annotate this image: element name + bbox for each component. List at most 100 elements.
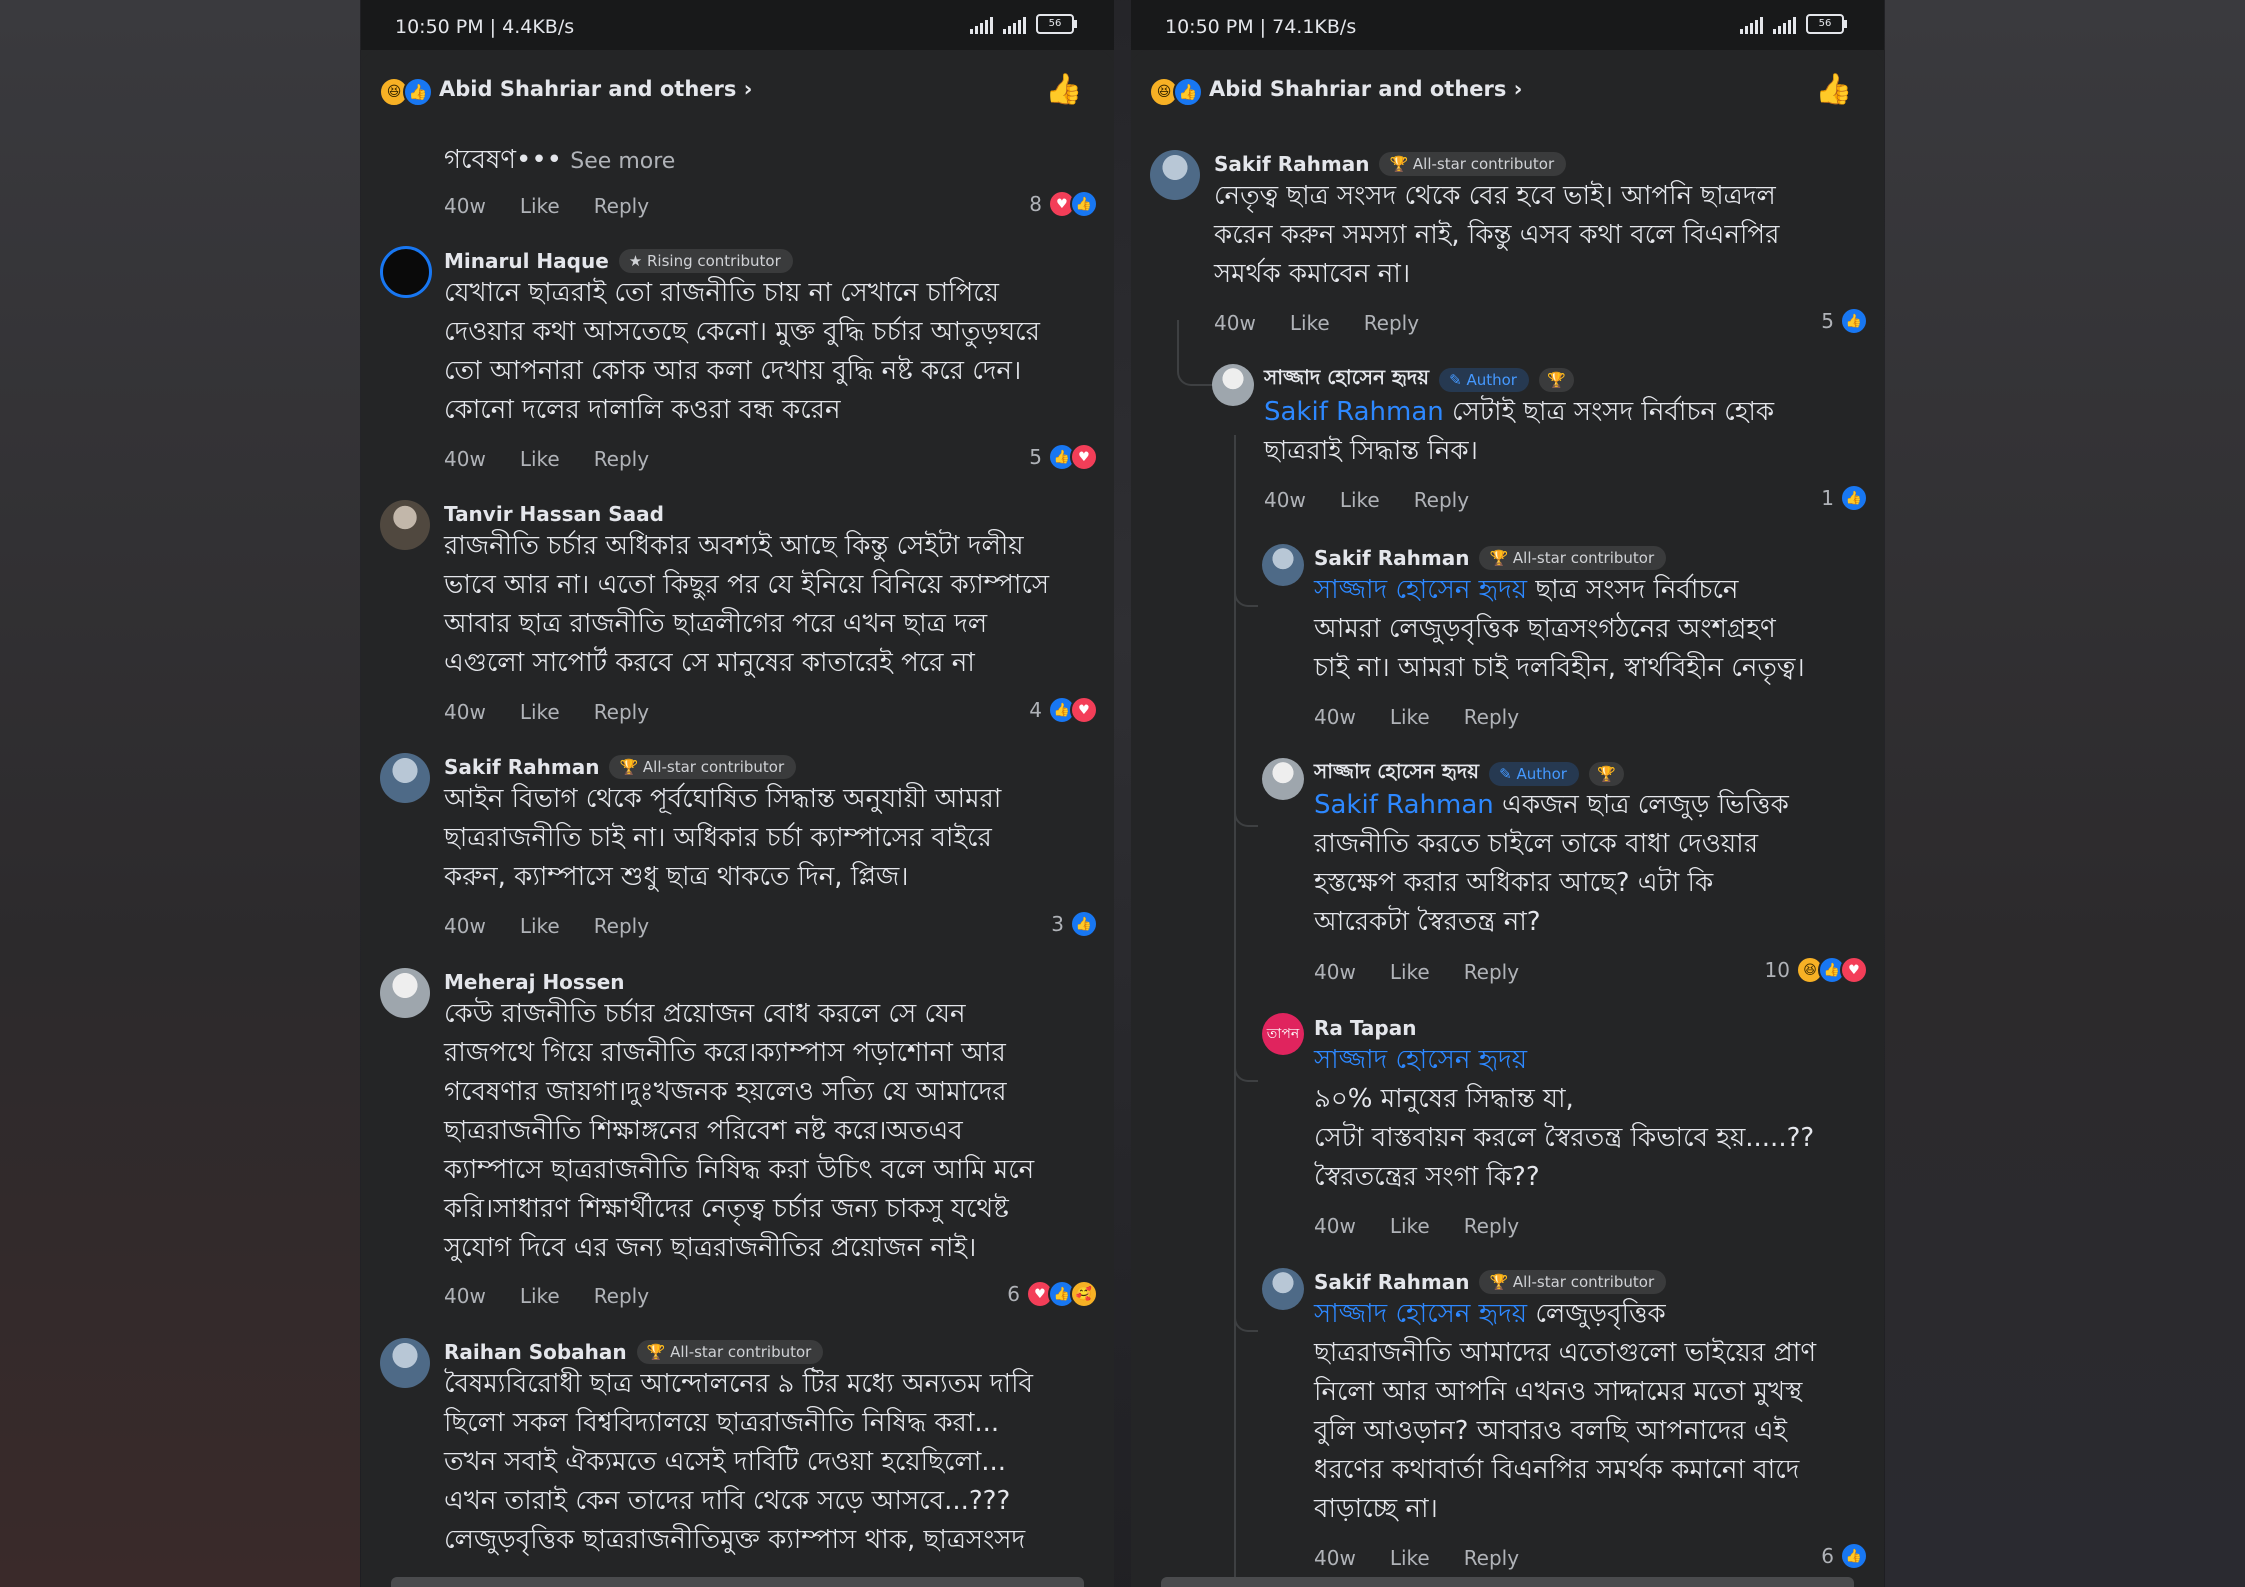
comment-header: Minarul Haque ★ Rising contributor — [444, 249, 793, 273]
avatar[interactable]: তাপন — [1262, 1013, 1304, 1055]
like-button[interactable]: Like — [520, 1284, 560, 1308]
like-button[interactable]: Like — [1390, 1546, 1430, 1570]
reactions-header: 😆 👍 Abid Shahriar and others › 👍 — [1131, 50, 1884, 126]
status-time: 10:50 PM | 74.1KB/s — [1165, 16, 1357, 38]
reactors-link[interactable]: Abid Shahriar and others › — [1209, 77, 1522, 101]
mention-link[interactable]: সাজ্জাদ হোসেন হৃদয় — [1314, 575, 1527, 605]
comment-line: বাড়াচ্ছে না। — [1314, 1494, 1438, 1524]
like-post-button[interactable]: 👍 — [1814, 70, 1854, 110]
like-button[interactable]: Like — [1390, 705, 1430, 729]
avatar[interactable] — [380, 500, 430, 550]
badge-label: All-star contributor — [670, 1343, 812, 1361]
background-left — [0, 0, 360, 1587]
reaction-summary[interactable]: 3 👍 — [1051, 910, 1098, 938]
commenter-name[interactable]: Sakif Rahman — [1214, 152, 1369, 176]
reply-button[interactable]: Reply — [1464, 960, 1519, 984]
comment-line: ক্যাম্পাসে ছাত্ররাজনীতি নিষিদ্ধ করা উচিৎ… — [444, 1155, 1035, 1185]
like-icon: 👍 — [1840, 1542, 1868, 1570]
avatar[interactable] — [380, 1338, 430, 1388]
mention-link[interactable]: সাজ্জাদ হোসেন হৃদয় — [1314, 1299, 1527, 1329]
commenter-name[interactable]: Sakif Rahman — [1314, 546, 1469, 570]
comment-line: তো আপনারা কোক আর কলা দেখায় বুদ্ধি নষ্ট … — [444, 356, 1022, 386]
reply-button[interactable]: Reply — [1464, 705, 1519, 729]
comment-line: সাজ্জাদ হোসেন হৃদয় লেজুড়বৃত্তিক — [1314, 1295, 1816, 1334]
reactors-link[interactable]: Abid Shahriar and others › — [439, 77, 752, 101]
comment-line: রাজনীতি চর্চার অধিকার অবশ্যই আছে কিন্তু … — [444, 531, 1024, 561]
reply-button[interactable]: Reply — [1414, 488, 1469, 512]
avatar[interactable] — [380, 968, 430, 1018]
comment-header: Sakif Rahman 🏆 All-star contributor — [1314, 1270, 1667, 1294]
reaction-summary[interactable]: 10 😆 👍 ♥ — [1764, 956, 1868, 984]
mention-link[interactable]: Sakif Rahman — [1314, 790, 1494, 820]
avatar[interactable] — [1262, 1268, 1304, 1310]
background-right — [1885, 0, 2245, 1587]
comment-body: যেখানে ছাত্ররাই তো রাজনীতি চায় না সেখান… — [444, 274, 1040, 430]
reply-button[interactable]: Reply — [1464, 1214, 1519, 1238]
reaction-count: 10 — [1764, 958, 1790, 982]
like-button[interactable]: Like — [520, 194, 560, 218]
comment-actions: 40w Like Reply — [444, 700, 649, 724]
like-icon: 👍 — [1070, 910, 1098, 938]
commenter-name[interactable]: Sakif Rahman — [1314, 1270, 1469, 1294]
reply-button[interactable]: Reply — [1464, 1546, 1519, 1570]
comment-line: আরেকটা স্বৈরতন্ত্র না? — [1314, 907, 1541, 937]
commenter-name[interactable]: Sakif Rahman — [444, 755, 599, 779]
avatar[interactable] — [1262, 544, 1304, 586]
reply-button[interactable]: Reply — [1364, 311, 1419, 335]
see-more-link[interactable]: See more — [570, 149, 675, 174]
reaction-summary[interactable]: 5 👍 ♥ — [1029, 443, 1098, 471]
like-button[interactable]: Like — [520, 447, 560, 471]
avatar[interactable] — [1262, 758, 1304, 800]
badge-label: All-star contributor — [642, 758, 785, 776]
trophy-icon: 🏆 — [646, 1343, 666, 1361]
like-button[interactable]: Like — [520, 700, 560, 724]
comment-header: Sakif Rahman 🏆 All-star contributor — [444, 755, 797, 779]
mention-link[interactable]: সাজ্জাদ হোসেন হৃদয় — [1314, 1041, 1814, 1080]
like-post-button[interactable]: 👍 — [1044, 70, 1084, 110]
mention-link[interactable]: Sakif Rahman — [1264, 397, 1444, 427]
reaction-summary[interactable]: 1 👍 — [1821, 484, 1868, 512]
like-button[interactable]: Like — [1390, 960, 1430, 984]
like-button[interactable]: Like — [1340, 488, 1380, 512]
signal-icon — [970, 16, 993, 34]
comment-line: ধরণের কথাবার্তা বিএনপির সমর্থক কমানো বাদ… — [1314, 1455, 1800, 1485]
commenter-name[interactable]: Tanvir Hassan Saad — [444, 502, 664, 526]
comment-body: নেতৃত্ব ছাত্র সংসদ থেকে বের হবে ভাই। আপন… — [1214, 177, 1779, 294]
reaction-summary[interactable]: 8 ♥ 👍 — [1029, 190, 1098, 218]
reaction-icons[interactable]: 😆 👍 — [379, 77, 433, 107]
avatar[interactable] — [380, 753, 430, 803]
avatar[interactable] — [1150, 150, 1200, 200]
comment-time: 40w — [444, 194, 486, 218]
reaction-summary[interactable]: 6 👍 — [1821, 1542, 1868, 1570]
reply-button[interactable]: Reply — [594, 1284, 649, 1308]
status-bar: 10:50 PM | 74.1KB/s 56 — [1131, 0, 1884, 50]
reaction-summary[interactable]: 4 👍 ♥ — [1029, 696, 1098, 724]
commenter-name[interactable]: সাজ্জাদ হোসেন হৃদয় — [1264, 363, 1429, 396]
reply-button[interactable]: Reply — [594, 447, 649, 471]
comment-line: যেখানে ছাত্ররাই তো রাজনীতি চায় না সেখান… — [444, 278, 999, 308]
chevron-right-icon: › — [1513, 77, 1523, 101]
reply-button[interactable]: Reply — [594, 914, 649, 938]
reaction-count: 8 — [1029, 192, 1042, 216]
love-icon: ♥ — [1840, 956, 1868, 984]
reply-button[interactable]: Reply — [594, 700, 649, 724]
reply-button[interactable]: Reply — [594, 194, 649, 218]
commenter-name[interactable]: Minarul Haque — [444, 249, 609, 273]
comments-sheet: 😆 👍 Abid Shahriar and others › 👍 গবেষণ••… — [361, 50, 1114, 1587]
commenter-name[interactable]: Ra Tapan — [1314, 1016, 1416, 1040]
comment-time: 40w — [444, 1284, 486, 1308]
reaction-summary[interactable]: 6 ♥ 👍 🥰 — [1007, 1280, 1098, 1308]
reaction-summary[interactable]: 5 👍 — [1821, 307, 1868, 335]
like-button[interactable]: Like — [1290, 311, 1330, 335]
like-button[interactable]: Like — [1390, 1214, 1430, 1238]
commenter-name[interactable]: Raihan Sobahan — [444, 1340, 627, 1364]
thread-connector — [1234, 775, 1258, 827]
avatar[interactable] — [1212, 364, 1254, 406]
like-button[interactable]: Like — [520, 914, 560, 938]
like-icon: 👍 — [1840, 307, 1868, 335]
comment-time: 40w — [444, 447, 486, 471]
comment-line: ছাত্ররাজনীতি চাই না। অধিকার চর্চা ক্যাম্… — [444, 823, 992, 853]
avatar[interactable] — [380, 246, 432, 298]
reaction-icons[interactable]: 😆 👍 — [1149, 77, 1203, 107]
commenter-name[interactable]: Meheraj Hossen — [444, 970, 625, 994]
